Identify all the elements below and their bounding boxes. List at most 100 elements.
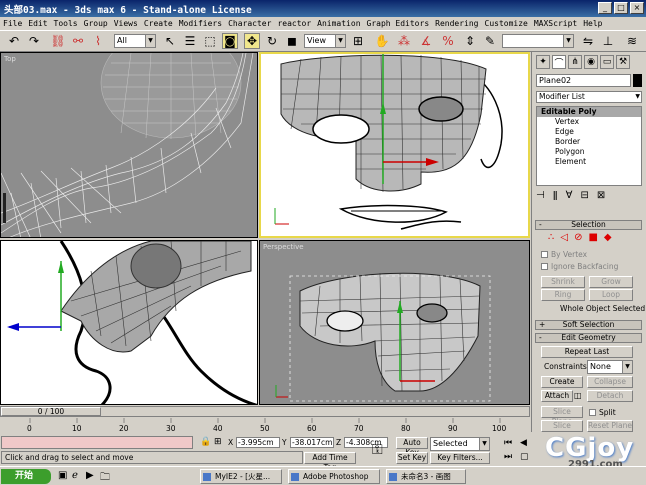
undo-icon[interactable]: ↶ (6, 33, 22, 49)
display-tab-icon[interactable]: ▭ (600, 55, 614, 69)
menu-reactor[interactable]: reactor (274, 19, 314, 28)
select-by-name-icon[interactable]: ☰ (182, 33, 198, 49)
key-filters-button[interactable]: Key Filters... (430, 452, 490, 464)
menu-character[interactable]: Character (225, 19, 274, 28)
select-and-scale-icon[interactable]: ◼ (284, 33, 300, 49)
current-frame-icon[interactable]: ▢ (520, 452, 529, 462)
mirror-icon[interactable]: ⇋ (580, 33, 596, 49)
previous-frame-icon[interactable]: ◀ (520, 438, 527, 448)
rectangular-selection-icon[interactable]: ⬚ (202, 33, 218, 49)
soft-selection-rollout[interactable]: + Soft Selection (535, 320, 642, 330)
menu-graph-editors[interactable]: Graph Editors (364, 19, 433, 28)
key-mode-dropdown[interactable]: Selected ▼ (430, 437, 490, 451)
attach-button[interactable]: Attach (541, 390, 573, 402)
show-end-result-icon[interactable]: ǁ (553, 190, 558, 201)
key-mode-toggle-icon[interactable]: ⏭ (504, 452, 512, 462)
reset-plane-button[interactable]: Reset Plane (587, 420, 633, 432)
utilities-tab-icon[interactable]: ⚒ (616, 55, 630, 69)
menu-rendering[interactable]: Rendering (432, 19, 481, 28)
redo-icon[interactable]: ↷ (26, 33, 42, 49)
configure-sets-icon[interactable]: ⊠ (597, 190, 605, 201)
taskbar-item-paint[interactable]: 未命名3 - 画图 (386, 469, 466, 484)
named-selection-dropdown[interactable]: ▼ (502, 34, 574, 48)
track-bar[interactable]: 0 10 20 30 40 50 60 70 80 90 100 (0, 418, 530, 436)
slice-button[interactable]: Slice (541, 420, 583, 432)
element-level-icon[interactable]: ◆ (604, 232, 612, 243)
selection-rollout[interactable]: - Selection (535, 220, 642, 230)
by-vertex-checkbox[interactable]: By Vertex (541, 250, 587, 259)
pivot-center-icon[interactable]: ⊞ (350, 33, 366, 49)
object-color-swatch[interactable] (633, 74, 642, 87)
pin-stack-icon[interactable]: ⊣ (536, 190, 545, 201)
auto-key-button[interactable]: Auto Key (396, 437, 428, 457)
detach-button[interactable]: Detach (587, 390, 633, 402)
remove-modifier-icon[interactable]: ⊟ (580, 190, 588, 201)
set-key-button[interactable]: Set Key (396, 452, 428, 464)
border-level-icon[interactable]: ⊘ (574, 232, 582, 243)
angle-snap-icon[interactable]: ∡ (418, 33, 434, 49)
select-and-rotate-icon[interactable]: ↻ (264, 33, 280, 49)
absolute-mode-icon[interactable]: ⊞ (214, 437, 222, 447)
stack-item-border[interactable]: Border (537, 137, 641, 147)
ring-button[interactable]: Ring (541, 289, 585, 301)
set-keys-icon[interactable]: ⚿ (372, 442, 383, 458)
menu-views[interactable]: Views (111, 19, 141, 28)
create-tab-icon[interactable]: ✦ (536, 55, 550, 69)
menu-animation[interactable]: Animation (314, 19, 363, 28)
slice-plane-button[interactable]: Slice Plane (541, 406, 583, 426)
grow-button[interactable]: Grow (589, 276, 633, 288)
motion-tab-icon[interactable]: ◉ (584, 55, 598, 69)
snaps-toggle-icon[interactable]: ⁂ (396, 33, 412, 49)
bind-space-warp-icon[interactable]: ⌇ (90, 33, 106, 49)
edit-geometry-rollout[interactable]: - Edit Geometry (535, 333, 642, 343)
menu-group[interactable]: Group (81, 19, 111, 28)
taskbar-item-photoshop[interactable]: Adobe Photoshop (288, 469, 380, 484)
vertex-level-icon[interactable]: ∴ (548, 232, 554, 243)
time-slider-knob[interactable]: 0 / 100 (1, 407, 101, 416)
viewport-front[interactable] (259, 52, 530, 238)
spinner-snap-icon[interactable]: ⇕ (462, 33, 478, 49)
selection-filter-dropdown[interactable]: All ▼ (114, 34, 156, 48)
menu-create[interactable]: Create (141, 19, 176, 28)
object-name-field[interactable]: Plane02 (536, 74, 631, 87)
collapse-button[interactable]: Collapse (587, 376, 633, 388)
stack-item-polygon[interactable]: Polygon (537, 147, 641, 157)
time-slider[interactable]: 0 / 100 (0, 406, 530, 417)
viewport-perspective[interactable]: Perspective (259, 240, 530, 405)
menu-modifiers[interactable]: Modifiers (176, 19, 225, 28)
menu-tools[interactable]: Tools (51, 19, 81, 28)
select-object-icon[interactable]: ↖ (162, 33, 178, 49)
create-button[interactable]: Create (541, 376, 583, 388)
percent-snap-icon[interactable]: % (440, 33, 456, 49)
viewport-left[interactable] (0, 240, 258, 405)
window-crossing-icon[interactable]: ◙ (222, 33, 238, 49)
lock-selection-icon[interactable]: 🔒 (200, 437, 211, 447)
select-link-icon[interactable]: ⛓ (50, 33, 66, 49)
reference-coordinate-dropdown[interactable]: View ▼ (304, 34, 346, 48)
select-and-move-icon[interactable]: ✥ (244, 33, 260, 49)
taskbar-item-browser[interactable]: MyIE2 - [火星... (200, 469, 282, 484)
menu-customize[interactable]: Customize (482, 19, 531, 28)
constraints-dropdown[interactable]: None ▼ (587, 360, 633, 374)
make-unique-icon[interactable]: ∀ (566, 190, 573, 201)
maxscript-listener-mini[interactable] (1, 436, 193, 449)
stack-item-vertex[interactable]: Vertex (537, 117, 641, 127)
explorer-quicklaunch-icon[interactable]: 🗀 (100, 470, 110, 485)
viewport-top[interactable]: Top (0, 52, 258, 238)
ie-quicklaunch-icon[interactable]: ℯ (72, 470, 78, 481)
modifier-list-dropdown[interactable]: Modifier List ▼ (536, 91, 642, 103)
menu-help[interactable]: Help (580, 19, 605, 28)
attach-list-icon[interactable]: ◫ (574, 391, 582, 400)
layers-icon[interactable]: ≋ (624, 33, 640, 49)
modify-tab-icon[interactable]: ⌒ (552, 55, 566, 69)
polygon-level-icon[interactable]: ■ (588, 232, 597, 243)
x-coordinate-field[interactable]: -3.995cm (236, 437, 280, 448)
select-manipulate-icon[interactable]: ✋ (374, 33, 390, 49)
ignore-backfacing-checkbox[interactable]: Ignore Backfacing (541, 262, 618, 271)
start-button[interactable]: 开始 (1, 469, 51, 484)
loop-button[interactable]: Loop (589, 289, 633, 301)
maximize-button[interactable]: □ (614, 2, 628, 14)
unlink-icon[interactable]: ⚯ (70, 33, 86, 49)
go-to-start-icon[interactable]: ⏮ (504, 438, 512, 448)
menu-file[interactable]: File (0, 19, 25, 28)
